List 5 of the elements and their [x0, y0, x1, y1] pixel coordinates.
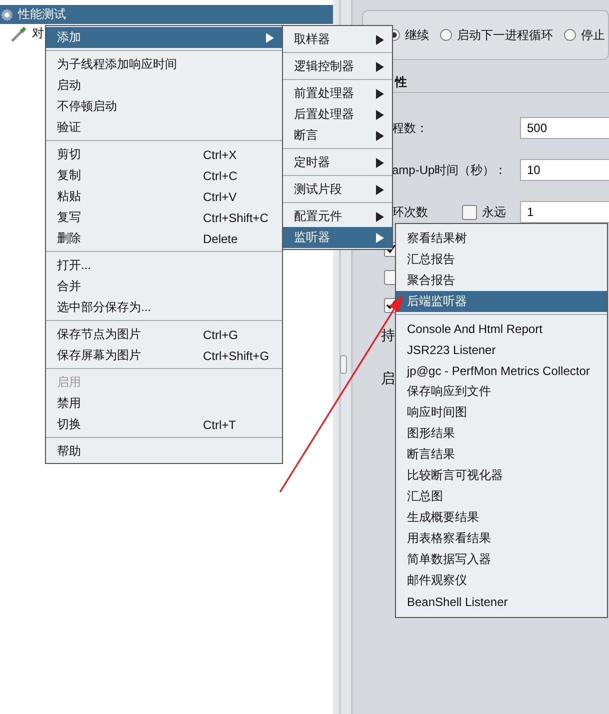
field-label: 启	[381, 370, 395, 388]
field-label: 持	[381, 327, 395, 345]
field-label: amp-Up时间（秒）：	[392, 162, 507, 178]
field-label: 程数：	[392, 120, 428, 136]
field-label: 环次数	[392, 204, 428, 220]
